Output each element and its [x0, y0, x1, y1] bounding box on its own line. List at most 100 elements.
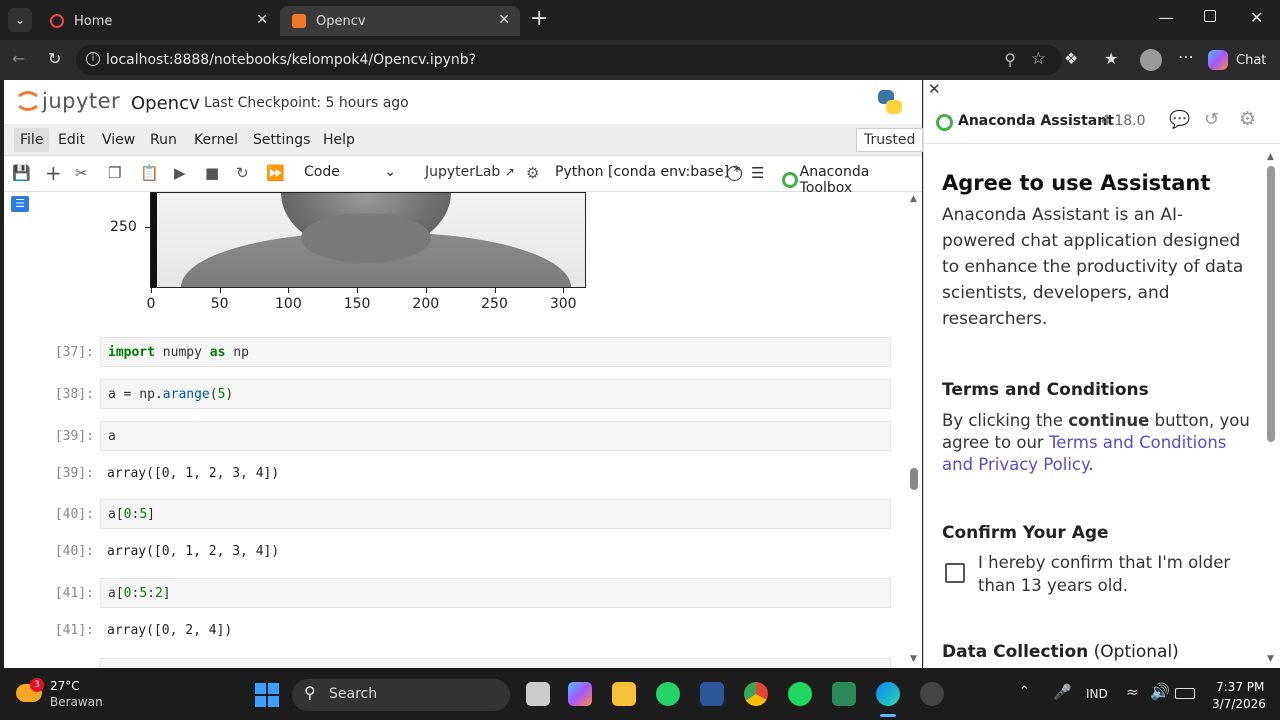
favorites-icon[interactable]: ★ — [1104, 49, 1118, 68]
wifi-icon[interactable]: ≈ — [1126, 683, 1139, 701]
weather-widget[interactable]: 3 27°C Berawan — [16, 678, 116, 712]
menu-settings[interactable]: Settings — [253, 132, 310, 148]
cell-output: array([0, 1, 2, 3, 4]) — [107, 544, 280, 559]
cell-type-select[interactable]: Code ⌄ — [304, 164, 396, 180]
edge-icon[interactable] — [876, 682, 900, 706]
stop-icon[interactable]: ■ — [205, 164, 219, 182]
menu-edit[interactable]: Edit — [58, 132, 85, 148]
cut-icon[interactable]: ✂ — [75, 164, 88, 182]
refresh-icon[interactable]: ↻ — [48, 49, 61, 68]
whatsapp-icon[interactable] — [656, 682, 680, 706]
code-cell[interactable]: import numpy as np — [100, 337, 891, 367]
clock-time[interactable]: 7:37 PM — [1216, 680, 1264, 694]
new-tab-button[interactable]: + — [530, 6, 548, 31]
extensions-icon[interactable]: ❖ — [1064, 49, 1078, 68]
taskbar-search[interactable]: ⚲ Search — [292, 679, 510, 711]
cell-code[interactable]: a[0:5] — [108, 507, 155, 522]
paste-icon[interactable]: 📋 — [140, 164, 159, 182]
notepad-icon[interactable] — [832, 682, 856, 706]
menu-bar: File Edit View Run Kernel Settings Help … — [4, 124, 924, 156]
code-cell[interactable] — [100, 658, 891, 668]
code-cell[interactable]: a = np.arange(5) — [100, 379, 891, 409]
tab-actions-menu[interactable]: ⌄ — [8, 8, 32, 32]
tab-opencv[interactable]: Opencv ✕ — [280, 6, 520, 36]
zoom-icon[interactable]: ⚲ — [1004, 50, 1016, 69]
battery-icon[interactable] — [1175, 688, 1195, 699]
code-token: : — [147, 586, 155, 601]
code-cell[interactable]: a[0:5] — [100, 499, 891, 529]
scroll-down-icon[interactable]: ▼ — [1267, 654, 1274, 664]
scroll-down-icon[interactable]: ▼ — [910, 654, 917, 664]
language-indicator[interactable]: IND — [1086, 687, 1108, 701]
new-chat-icon[interactable]: 💬 — [1169, 110, 1190, 130]
run-icon[interactable]: ▶ — [174, 164, 186, 182]
spotify-icon[interactable] — [788, 682, 812, 706]
settings-gear-icon[interactable]: ⚙ — [1239, 108, 1256, 130]
menu-kernel[interactable]: Kernel — [194, 132, 238, 148]
file-explorer-icon[interactable] — [612, 682, 636, 706]
close-panel-icon[interactable]: ✕ — [928, 80, 941, 98]
menu-view[interactable]: View — [102, 132, 135, 148]
info-icon[interactable]: i — [86, 52, 100, 66]
copilot-app-icon[interactable] — [568, 682, 592, 706]
microphone-icon[interactable]: 🎤 — [1053, 683, 1072, 701]
list-menu-icon[interactable]: ☰ — [751, 164, 764, 182]
copy-icon[interactable]: ❐ — [108, 164, 121, 182]
age-label[interactable]: I hereby confirm that I'm older than 13 … — [978, 551, 1248, 597]
volume-icon[interactable]: 🔊 — [1150, 682, 1170, 701]
external-link-icon: ↗ — [504, 165, 515, 179]
restart-icon[interactable]: ↻ — [236, 164, 249, 182]
trusted-badge[interactable]: Trusted — [856, 128, 924, 152]
file-manager-icon[interactable] — [526, 682, 550, 706]
obs-icon[interactable] — [920, 682, 944, 706]
table-of-contents-icon[interactable]: ☰ — [11, 196, 29, 212]
tray-expand-icon[interactable]: ⌃ — [1019, 684, 1030, 699]
jupyterlab-link[interactable]: JupyterLab ↗ — [425, 164, 515, 180]
cell-code[interactable]: a[0:5:2] — [108, 586, 171, 601]
url-bar[interactable]: i localhost:8888/notebooks/kelompok4/Ope… — [76, 45, 1062, 75]
back-icon[interactable]: ← — [12, 49, 25, 68]
word-icon[interactable] — [700, 682, 724, 706]
menu-help[interactable]: Help — [323, 132, 355, 148]
code-cell[interactable]: a — [100, 421, 891, 451]
cell-code[interactable]: a = np.arange(5) — [108, 387, 233, 402]
notebook-name[interactable]: Opencv — [131, 93, 200, 114]
menu-run[interactable]: Run — [150, 132, 177, 148]
insert-cell-icon[interactable]: + — [45, 161, 62, 185]
cell-code[interactable]: import numpy as np — [108, 345, 249, 360]
history-icon[interactable]: ↺ — [1204, 109, 1219, 130]
profile-avatar[interactable] — [1140, 49, 1162, 71]
start-button[interactable] — [255, 683, 279, 707]
scroll-up-icon[interactable]: ▲ — [1267, 152, 1274, 162]
close-window-button[interactable]: ✕ — [1250, 8, 1263, 27]
x-tick-label: 0 — [146, 296, 156, 312]
minimize-button[interactable]: — — [1158, 8, 1174, 27]
copilot-chat-button[interactable]: Chat — [1208, 47, 1266, 73]
scrollbar-thumb[interactable] — [910, 468, 918, 490]
tab-home[interactable]: Home ✕ — [38, 6, 278, 36]
restart-run-all-icon[interactable]: ⏩ — [266, 164, 285, 182]
scroll-up-icon[interactable]: ▲ — [910, 194, 917, 204]
assistant-scrollbar[interactable]: ▲ ▼ — [1265, 152, 1277, 668]
close-tab-icon[interactable]: ✕ — [498, 12, 510, 28]
more-menu-icon[interactable]: ⋯ — [1178, 47, 1194, 66]
clock-date[interactable]: 3/7/2026 — [1212, 697, 1266, 711]
cell-code[interactable]: a — [108, 429, 116, 444]
kernel-name[interactable]: Python [conda env:base] * — [555, 164, 741, 180]
age-checkbox[interactable] — [945, 563, 965, 583]
code-token: arange — [162, 387, 210, 402]
jupyter-logo-icon — [18, 91, 38, 111]
output-prompt: [41]: — [54, 623, 94, 638]
notebook-scrollbar[interactable]: ▲ ▼ — [908, 192, 920, 668]
chrome-icon[interactable] — [744, 682, 768, 706]
notebook-cells-area[interactable]: ☰ 250 0 50 100 150 200 250 300 [37]: import nu… — [4, 192, 922, 668]
code-cell[interactable]: a[0:5:2] — [100, 578, 891, 608]
menu-file[interactable]: File — [14, 128, 50, 152]
assistant-panel: ✕ Anaconda Assistant 4.18.0 💬 ↺ ⚙ Agree … — [923, 80, 1280, 668]
close-tab-icon[interactable]: ✕ — [256, 12, 268, 28]
save-icon[interactable]: 💾 — [12, 164, 31, 182]
debug-icon[interactable]: ⚙ — [526, 164, 539, 182]
scrollbar-thumb[interactable] — [1267, 166, 1275, 442]
restore-button[interactable] — [1204, 10, 1216, 22]
favorite-star-icon[interactable]: ☆ — [1031, 49, 1046, 69]
